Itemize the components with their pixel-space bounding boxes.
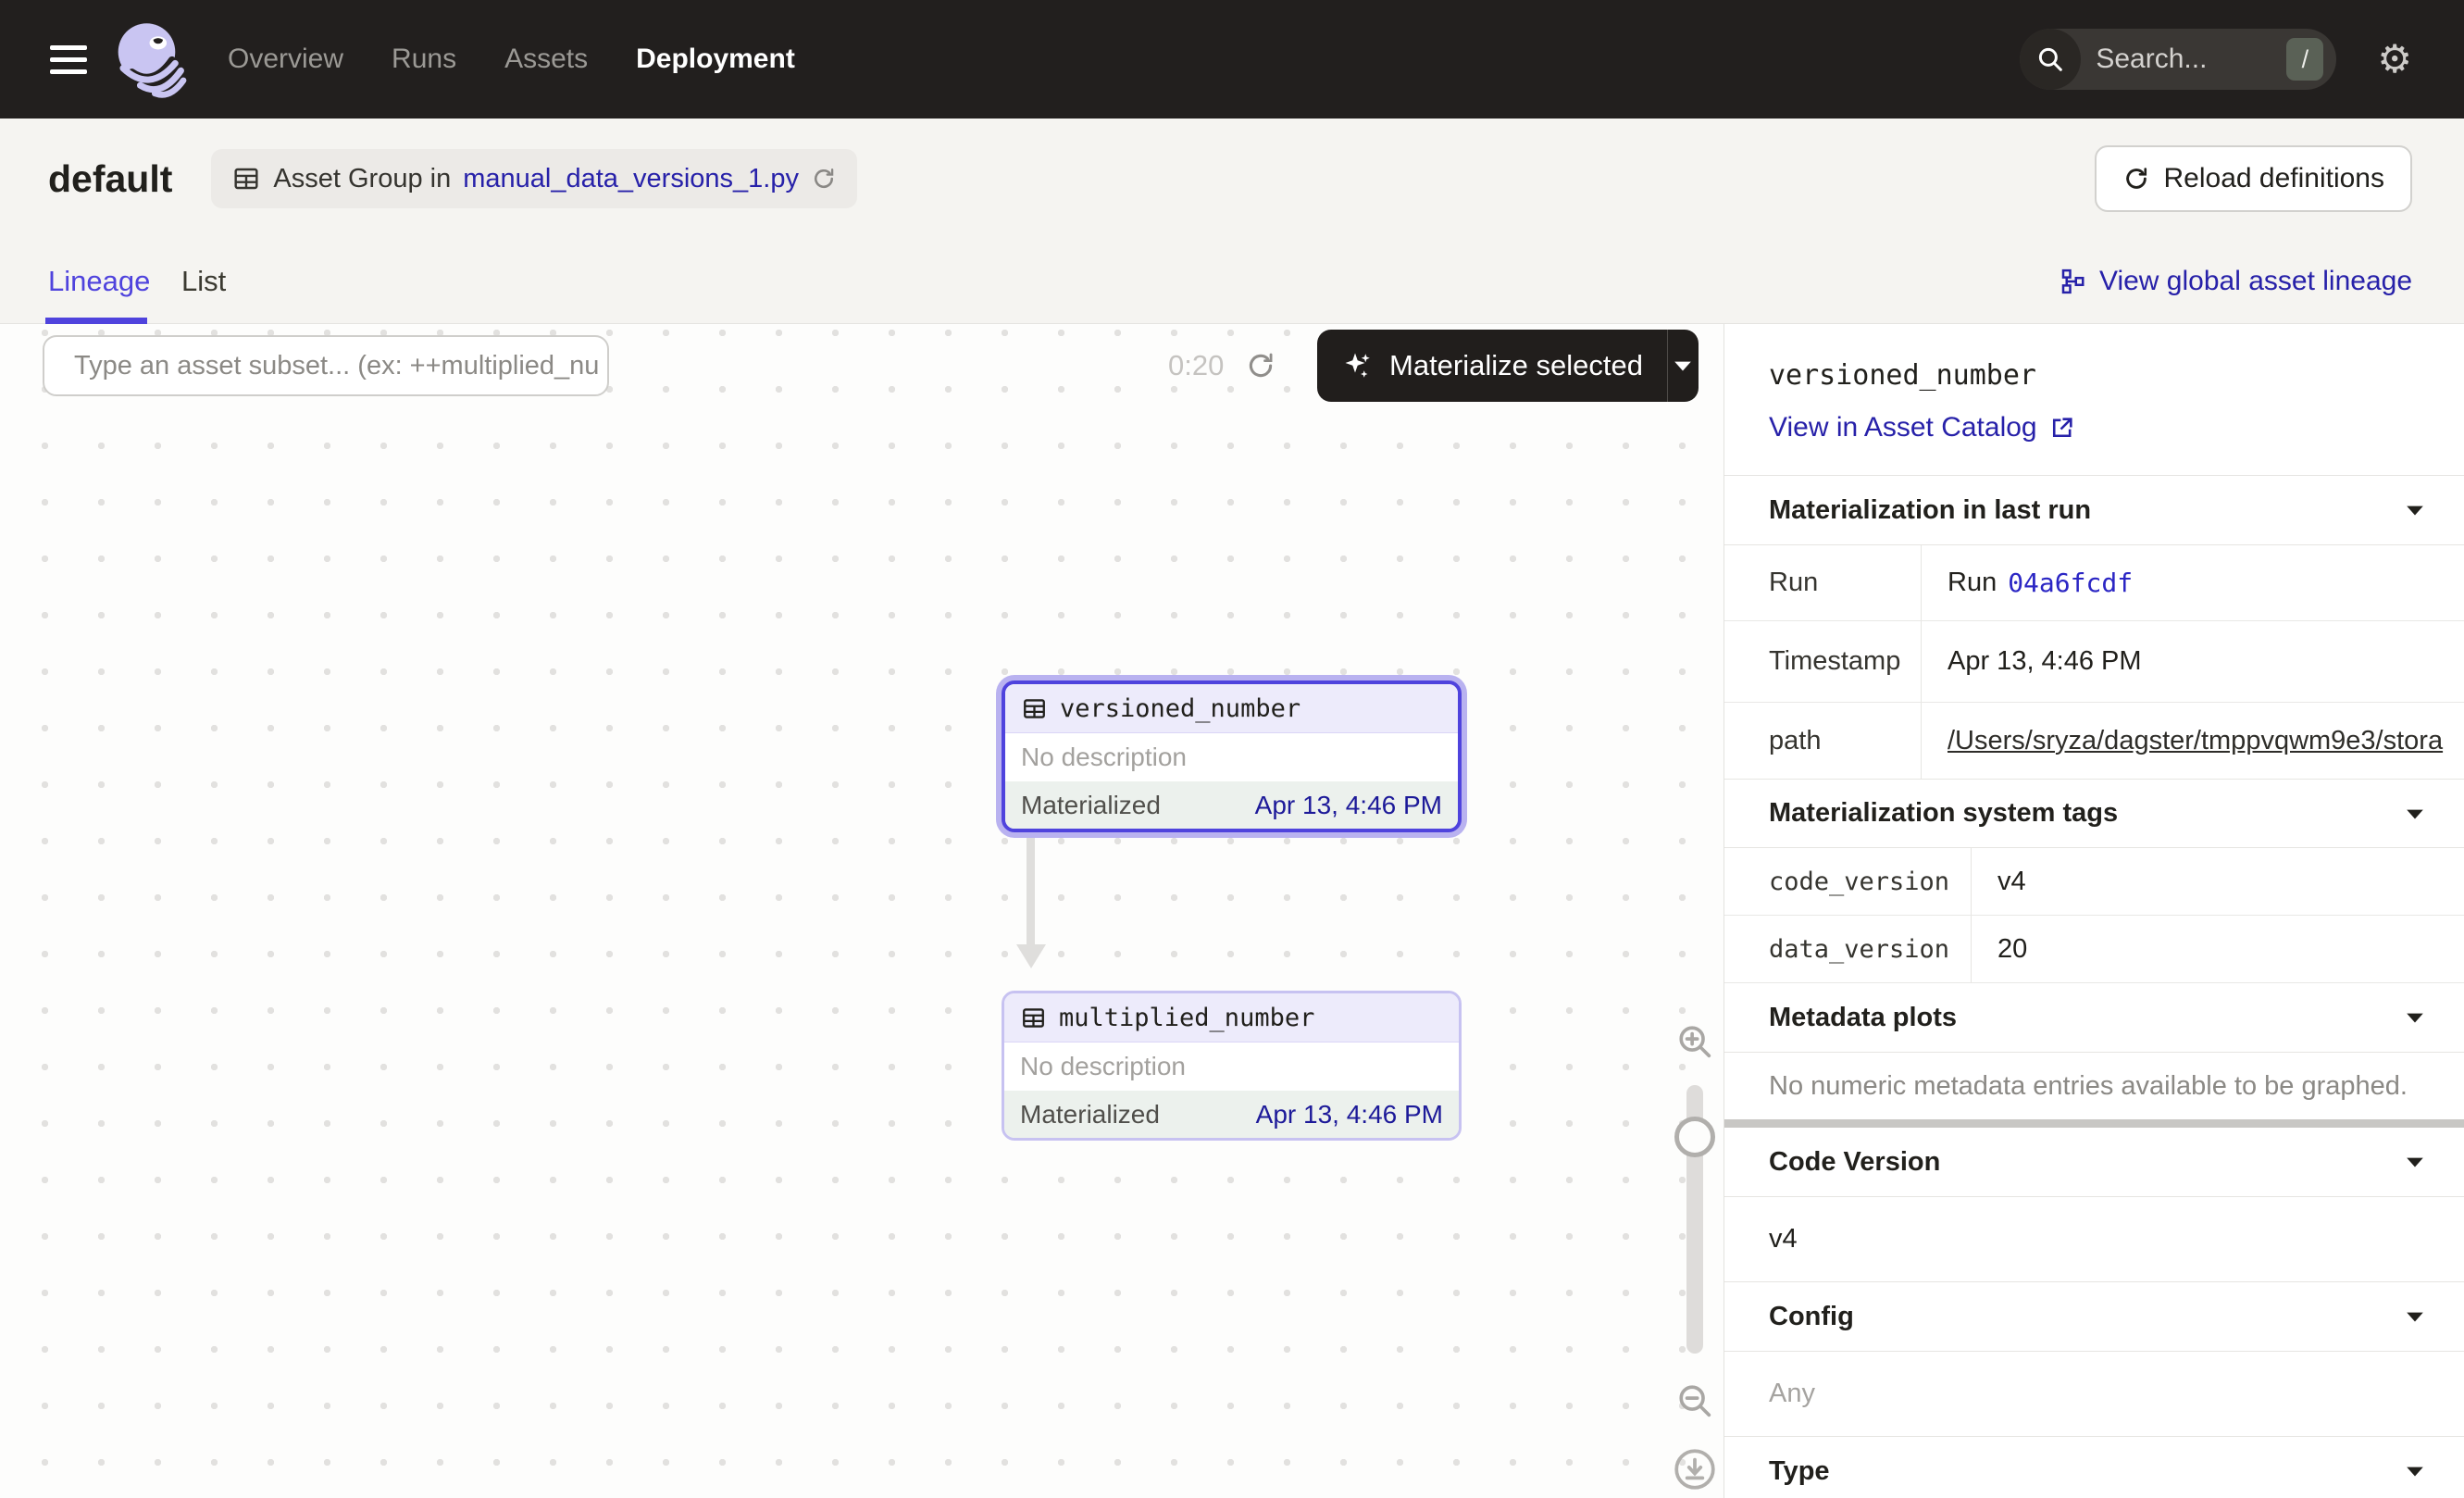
config-value: Any [1724,1352,2464,1437]
asset-node-footer: Materialized Apr 13, 4:46 PM [1005,781,1458,829]
section-materialization-system-tags[interactable]: Materialization system tags [1724,779,2464,848]
chevron-down-icon [2405,503,2425,518]
asset-node-body: No description [1005,733,1458,781]
materialize-selected-button[interactable]: Materialize selected [1317,330,1699,402]
asset-group-chip: Asset Group in manual_data_versions_1.py [211,149,857,208]
asset-node-header: multiplied_number [1004,993,1459,1042]
search-placeholder: Search... [2096,44,2286,75]
top-nav-bar: Overview Runs Assets Deployment Search..… [0,0,2464,119]
nav-item-runs[interactable]: Runs [392,44,456,75]
reload-definitions-label: Reload definitions [2164,163,2385,194]
search-icon [2020,29,2081,90]
asset-node-status: Materialized [1021,791,1161,820]
asset-node-name: multiplied_number [1059,1004,1314,1032]
asset-node-name: versioned_number [1060,694,1300,723]
asset-subset-input[interactable]: Type an asset subset... (ex: ++multiplie… [43,335,609,396]
asset-details-panel: versioned_number View in Asset Catalog M… [1724,324,2464,1498]
path-link[interactable]: /Users/sryza/dagster/tmppvqwm9e3/stora [1948,726,2443,756]
table-row-path: path /Users/sryza/dagster/tmppvqwm9e3/st… [1724,703,2464,779]
asset-node-description: No description [1020,1052,1186,1081]
view-global-asset-lineage-link[interactable]: View global asset lineage [2059,239,2412,323]
lineage-edge-arrowhead [1016,944,1046,968]
table-row-run: Run Run 04a6fcdf [1724,545,2464,621]
gear-icon[interactable]: ⚙ [2377,40,2412,79]
menu-icon[interactable] [50,38,87,81]
page-header: default Asset Group in manual_data_versi… [0,119,2464,239]
asset-node-materialization-time[interactable]: Apr 13, 4:46 PM [1256,1100,1443,1130]
active-tab-underline [45,318,147,324]
lineage-edge [1027,830,1035,946]
refresh-countdown: 0:20 [1168,335,1224,396]
sparkle-icon [1341,349,1375,382]
lineage-graph-icon [2059,268,2086,295]
chevron-down-icon [2405,806,2425,821]
reload-definitions-button[interactable]: Reload definitions [2095,145,2413,212]
horizontal-scrollbar[interactable] [1724,1119,2464,1128]
refresh-icon [2122,165,2150,193]
view-global-asset-lineage-label: View global asset lineage [2099,266,2412,297]
section-type[interactable]: Type [1724,1437,2464,1498]
code-version-text: v4 [1724,1197,2464,1282]
asset-group-file-link[interactable]: manual_data_versions_1.py [463,164,799,194]
zoom-slider-handle[interactable] [1674,1117,1715,1157]
asset-node-multiplied-number[interactable]: multiplied_number No description Materia… [1002,991,1462,1141]
timestamp-value: Apr 13, 4:46 PM [1922,621,2464,702]
chevron-down-icon [2405,1464,2425,1479]
asset-group-label: Asset Group in [273,164,451,194]
asset-graph-canvas[interactable]: Type an asset subset... (ex: ++multiplie… [0,324,1724,1498]
data-version-value: 20 [1972,916,2464,982]
materialize-options-dropdown[interactable] [1667,330,1699,402]
refresh-icon[interactable] [1245,335,1276,396]
metadata-plots-empty-message: No numeric metadata entries available to… [1724,1053,2464,1119]
dagster-logo[interactable] [109,17,191,102]
asset-node-footer: Materialized Apr 13, 4:46 PM [1004,1091,1459,1138]
run-value-prefix: Run [1948,568,1997,598]
chevron-down-icon [2405,1309,2425,1324]
asset-node-header: versioned_number [1005,684,1458,733]
table-icon [1020,1005,1047,1031]
view-in-asset-catalog-label: View in Asset Catalog [1769,412,2037,443]
asset-node-status: Materialized [1020,1100,1160,1130]
download-image-icon[interactable] [1672,1446,1718,1492]
tab-lineage[interactable]: Lineage [48,239,150,323]
section-config[interactable]: Config [1724,1282,2464,1352]
code-version-value: v4 [1972,848,2464,915]
section-materialization-in-last-run[interactable]: Materialization in last run [1724,476,2464,545]
search-input[interactable]: Search... / [2020,29,2336,90]
asset-node-body: No description [1004,1042,1459,1091]
chevron-down-icon [2405,1010,2425,1025]
tab-list[interactable]: List [181,239,226,323]
table-icon [1021,695,1048,722]
table-row-timestamp: Timestamp Apr 13, 4:46 PM [1724,621,2464,703]
table-icon [231,164,261,193]
section-code-version[interactable]: Code Version [1724,1128,2464,1197]
table-row-code-version: code_version v4 [1724,848,2464,916]
zoom-in-icon[interactable] [1674,1020,1716,1063]
asset-node-description: No description [1021,743,1187,772]
external-link-icon [2049,415,2075,441]
zoom-out-icon[interactable] [1674,1379,1716,1422]
run-id-link[interactable]: 04a6fcdf [2008,568,2133,598]
asset-subset-placeholder: Type an asset subset... (ex: ++multiplie… [74,351,599,381]
main-content: Type an asset subset... (ex: ++multiplie… [0,324,2464,1498]
asset-node-materialization-time[interactable]: Apr 13, 4:46 PM [1255,791,1442,820]
refresh-icon[interactable] [811,166,837,192]
nav-item-overview[interactable]: Overview [228,44,343,75]
primary-nav: Overview Runs Assets Deployment [228,44,795,75]
table-row-data-version: data_version 20 [1724,916,2464,983]
tab-bar: Lineage List View global asset lineage [0,239,2464,324]
nav-item-deployment[interactable]: Deployment [636,44,795,75]
nav-item-assets[interactable]: Assets [504,44,588,75]
search-shortcut-badge: / [2286,38,2323,81]
chevron-down-icon [2405,1155,2425,1169]
view-in-asset-catalog-link[interactable]: View in Asset Catalog [1769,412,2075,443]
asset-node-versioned-number[interactable]: versioned_number No description Material… [1002,680,1462,832]
materialize-selected-label: Materialize selected [1389,349,1643,382]
section-metadata-plots[interactable]: Metadata plots [1724,983,2464,1053]
chevron-down-icon [1673,358,1693,373]
page-title: default [48,157,172,201]
panel-asset-name: versioned_number [1769,359,2464,392]
